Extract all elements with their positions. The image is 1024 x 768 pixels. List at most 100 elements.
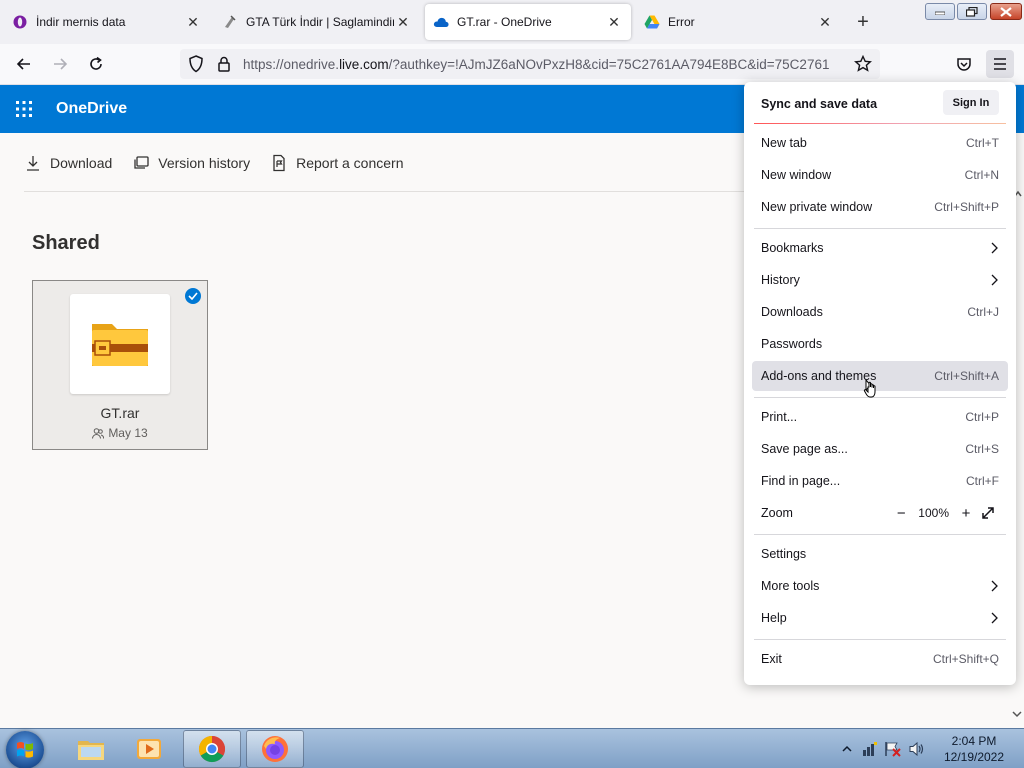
menu-item-save-page-as[interactable]: Save page as... Ctrl+S	[752, 434, 1008, 464]
menu-item-passwords[interactable]: Passwords	[752, 329, 1008, 359]
close-tab-icon[interactable]: ✕	[605, 13, 623, 31]
menu-item-new-private-window[interactable]: New private window Ctrl+Shift+P	[752, 192, 1008, 222]
menu-item-print[interactable]: Print... Ctrl+P	[752, 402, 1008, 432]
scroll-down-arrow-icon[interactable]	[1011, 709, 1023, 719]
close-window-button[interactable]	[990, 3, 1022, 20]
taskbar-explorer-button[interactable]	[62, 730, 120, 768]
zoom-level[interactable]: 100%	[918, 506, 949, 520]
start-button[interactable]	[6, 731, 44, 768]
restore-icon	[966, 6, 978, 17]
version-history-button[interactable]: Version history	[132, 154, 250, 172]
tab-indir-mernis[interactable]: İndir mernis data ✕	[4, 4, 210, 40]
chevron-right-icon	[991, 242, 998, 254]
menu-item-shortcut: Ctrl+Shift+A	[934, 369, 999, 383]
new-tab-button[interactable]: +	[852, 12, 874, 34]
url-prefix: https://onedrive.	[243, 57, 340, 72]
taskbar-media-player-button[interactable]	[120, 730, 178, 768]
tab-gta-turk[interactable]: GTA Türk İndir | Saglamindir ✕	[214, 4, 420, 40]
minimize-icon	[935, 11, 945, 15]
system-tray	[842, 729, 926, 768]
menu-item-settings[interactable]: Settings	[752, 539, 1008, 569]
menu-item-label: New private window	[761, 200, 873, 214]
restore-window-button[interactable]	[957, 3, 987, 20]
taskbar-chrome-button[interactable]	[183, 730, 241, 768]
sync-section: Sync and save data Sign In	[744, 82, 1016, 124]
app-menu-button[interactable]	[986, 50, 1014, 78]
tracking-protection-shield-icon[interactable]	[188, 55, 204, 76]
show-hidden-icons-icon[interactable]	[842, 744, 852, 754]
close-tab-icon[interactable]: ✕	[394, 13, 412, 31]
address-bar[interactable]: https://onedrive.live.com/?authkey=!AJmJ…	[180, 49, 880, 79]
network-icon[interactable]	[862, 741, 878, 757]
menu-item-new-window[interactable]: New window Ctrl+N	[752, 160, 1008, 190]
windows-logo-icon	[17, 742, 33, 758]
version-history-label: Version history	[158, 155, 251, 171]
menu-item-more-tools[interactable]: More tools	[752, 571, 1008, 601]
sign-in-button[interactable]: Sign In	[943, 90, 999, 115]
menu-item-history[interactable]: History	[752, 265, 1008, 295]
fullscreen-button[interactable]	[977, 502, 999, 524]
firefox-icon	[262, 736, 288, 762]
menu-item-shortcut: Ctrl+P	[965, 410, 999, 424]
menu-separator	[754, 397, 1006, 398]
url-domain: live.com	[339, 57, 389, 72]
zoom-out-button[interactable]: −	[890, 502, 912, 524]
tab-error[interactable]: Error ✕	[636, 4, 842, 40]
tab-onedrive[interactable]: GT.rar - OneDrive ✕	[425, 4, 631, 40]
download-button[interactable]: Download	[24, 154, 112, 172]
menu-item-label: Find in page...	[761, 474, 841, 488]
taskbar-firefox-button[interactable]	[246, 730, 304, 768]
clock-date: 12/19/2022	[943, 750, 1005, 764]
file-tile[interactable]: GT.rar May 13	[32, 280, 208, 450]
gta-favicon-icon	[222, 14, 238, 30]
command-bar-divider	[24, 191, 744, 192]
menu-item-downloads[interactable]: Downloads Ctrl+J	[752, 297, 1008, 327]
url-suffix: /?authkey=!AJmJZ6aNOvPxzH8&cid=75C2761AA…	[388, 57, 830, 72]
tab-strip: İndir mernis data ✕ GTA Türk İndir | Sag…	[0, 0, 1024, 44]
file-name[interactable]: GT.rar	[33, 405, 207, 421]
menu-item-label: Bookmarks	[761, 241, 824, 255]
minimize-window-button[interactable]	[925, 3, 955, 20]
menu-separator	[754, 228, 1006, 229]
menu-item-shortcut: Ctrl+N	[964, 168, 999, 182]
menu-item-exit[interactable]: Exit Ctrl+Shift+Q	[752, 644, 1008, 674]
pocket-button[interactable]	[950, 50, 978, 78]
report-concern-button[interactable]: Report a concern	[270, 154, 404, 172]
back-button[interactable]	[10, 50, 38, 78]
menu-item-find-in-page[interactable]: Find in page... Ctrl+F	[752, 466, 1008, 496]
report-icon	[273, 154, 285, 172]
arrow-right-icon	[54, 58, 68, 70]
media-player-icon	[137, 739, 161, 759]
chevron-right-icon	[991, 274, 998, 286]
tab-title: İndir mernis data	[36, 15, 126, 29]
url-text[interactable]: https://onedrive.live.com/?authkey=!AJmJ…	[243, 57, 843, 72]
hamburger-menu-icon	[994, 58, 1006, 70]
lock-icon[interactable]	[217, 56, 231, 75]
menu-item-bookmarks[interactable]: Bookmarks	[752, 233, 1008, 263]
zoom-in-button[interactable]: +	[955, 502, 977, 524]
menu-item-add-ons-and-themes[interactable]: Add-ons and themes Ctrl+Shift+A	[752, 361, 1008, 391]
taskbar-clock[interactable]: 2:04 PM 12/19/2022	[930, 733, 1018, 765]
windows-taskbar: 2:04 PM 12/19/2022	[0, 728, 1024, 768]
volume-speaker-icon[interactable]	[908, 741, 926, 757]
fullscreen-expand-icon	[982, 507, 994, 519]
menu-item-label: Add-ons and themes	[761, 369, 877, 383]
onedrive-brand[interactable]: OneDrive	[56, 100, 127, 118]
reload-button[interactable]	[82, 50, 110, 78]
close-icon	[1000, 6, 1012, 17]
close-tab-icon[interactable]: ✕	[184, 13, 202, 31]
bookmark-star-icon[interactable]	[854, 54, 872, 76]
menu-item-new-tab[interactable]: New tab Ctrl+T	[752, 128, 1008, 158]
menu-item-shortcut: Ctrl+J	[967, 305, 999, 319]
selected-checkmark-icon[interactable]	[185, 288, 201, 304]
tab-title: GTA Türk İndir | Saglamindir	[246, 15, 394, 29]
close-tab-icon[interactable]: ✕	[816, 13, 834, 31]
menu-item-shortcut: Ctrl+S	[965, 442, 999, 456]
menu-item-help[interactable]: Help	[752, 603, 1008, 633]
file-thumbnail[interactable]	[70, 294, 170, 394]
menu-item-label: Passwords	[761, 337, 823, 351]
action-center-flag-icon[interactable]	[884, 741, 902, 757]
arrow-left-icon	[16, 58, 30, 70]
forward-button[interactable]	[46, 50, 74, 78]
app-launcher-waffle-icon[interactable]	[14, 99, 34, 119]
